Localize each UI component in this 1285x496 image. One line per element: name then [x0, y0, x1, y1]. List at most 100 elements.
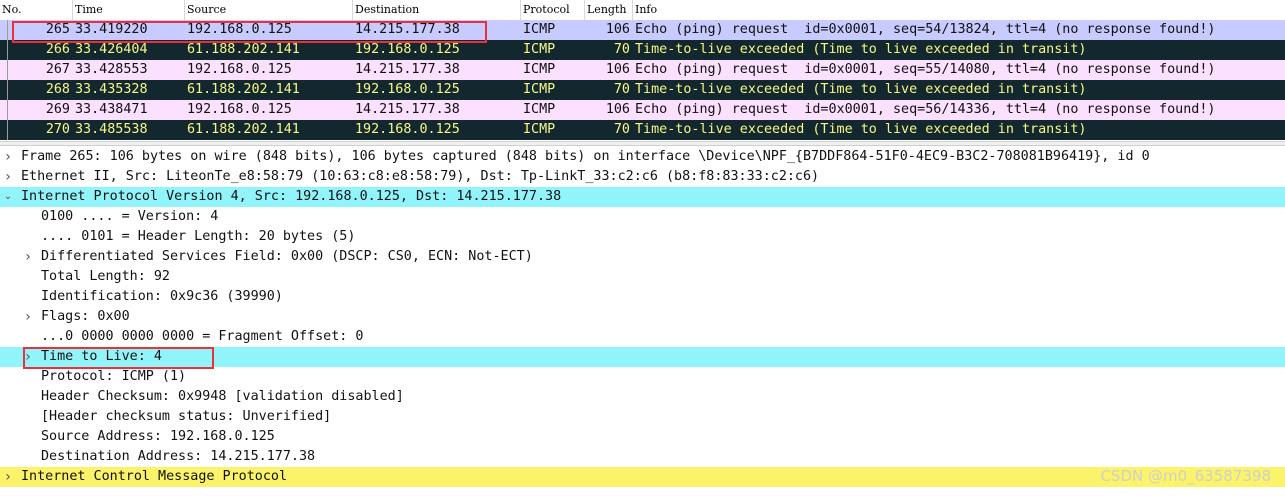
cell-source: 61.188.202.141 — [187, 42, 300, 57]
tree-item-label: Frame 265: 106 bytes on wire (848 bits),… — [21, 149, 1150, 164]
tree-item[interactable]: Destination Address: 14.215.177.38 — [0, 447, 1285, 467]
tree-item-label: Header Checksum: 0x9948 [validation disa… — [41, 389, 404, 404]
packet-details-tree: › Frame 265: 106 bytes on wire (848 bits)… — [0, 147, 1285, 487]
cell-source: 192.168.0.125 — [187, 102, 292, 117]
cell-protocol: ICMP — [523, 102, 556, 117]
column-header-time[interactable]: Time — [72, 0, 184, 20]
tree-item[interactable]: 0100 .... = Version: 4 — [0, 207, 1285, 227]
tree-item-label: ...0 0000 0000 0000 = Fragment Offset: 0 — [41, 329, 364, 344]
cell-info: Echo (ping) request id=0x0001, seq=55/14… — [635, 62, 1216, 77]
cell-no: 269 — [45, 102, 70, 117]
column-header-length[interactable]: Length — [584, 0, 632, 20]
packet-row[interactable]: 269 33.438471 192.168.0.125 14.215.177.38 IC… — [0, 100, 1285, 120]
cell-destination: 14.215.177.38 — [355, 102, 460, 117]
tree-item[interactable]: ⌄ Internet Protocol Version 4, Src: 192.1… — [0, 187, 1285, 207]
tree-item[interactable]: [Header checksum status: Unverified] — [0, 407, 1285, 427]
cell-length: 106 — [605, 22, 630, 37]
tree-item[interactable]: › Ethernet II, Src: LiteonTe_e8:58:79 (10… — [0, 167, 1285, 187]
cell-info: Time-to-live exceeded (Time to live exce… — [635, 42, 1087, 57]
cell-no: 266 — [45, 42, 70, 57]
cell-source: 192.168.0.125 — [187, 22, 292, 37]
tree-item-label: Time to Live: 4 — [41, 349, 162, 364]
cell-info: Echo (ping) request id=0x0001, seq=54/13… — [635, 22, 1216, 37]
column-header-destination[interactable]: Destination — [352, 0, 520, 20]
tree-item-label: Destination Address: 14.215.177.38 — [41, 449, 316, 464]
tree-item[interactable]: Protocol: ICMP (1) — [0, 367, 1285, 387]
tree-item[interactable]: Identification: 0x9c36 (39990) — [0, 287, 1285, 307]
tree-item-label: [Header checksum status: Unverified] — [41, 409, 332, 424]
chevron-right-icon[interactable]: › — [2, 147, 14, 167]
chevron-right-icon[interactable]: › — [22, 307, 34, 327]
tree-item[interactable]: › Flags: 0x00 — [0, 307, 1285, 327]
packet-row[interactable]: 266 33.426404 61.188.202.141 192.168.0.125 I… — [0, 40, 1285, 60]
column-header-source[interactable]: Source — [184, 0, 352, 20]
tree-item[interactable]: .... 0101 = Header Length: 20 bytes (5) — [0, 227, 1285, 247]
chevron-down-icon[interactable]: ⌄ — [2, 187, 14, 207]
tree-item-label: Internet Control Message Protocol — [21, 469, 288, 484]
cell-source: 192.168.0.125 — [187, 62, 292, 77]
cell-destination: 14.215.177.38 — [355, 62, 460, 77]
cell-length: 70 — [613, 42, 630, 57]
tree-item[interactable]: › Frame 265: 106 bytes on wire (848 bits)… — [0, 147, 1285, 167]
cell-length: 106 — [605, 102, 630, 117]
tree-item-label: Differentiated Services Field: 0x00 (DSC… — [41, 249, 533, 264]
tree-item[interactable]: › Differentiated Services Field: 0x00 (DS… — [0, 247, 1285, 267]
watermark: CSDN @m0_63587398 — [1100, 467, 1271, 485]
tree-item-label: Total Length: 92 — [41, 269, 170, 284]
packet-list: 265 33.419220 192.168.0.125 14.215.177.38 IC… — [0, 20, 1285, 140]
packet-row[interactable]: 270 33.485538 61.188.202.141 192.168.0.125 I… — [0, 120, 1285, 140]
related-packet-marker — [7, 20, 8, 140]
tree-item-label: .... 0101 = Header Length: 20 bytes (5) — [41, 229, 356, 244]
tree-item[interactable]: ...0 0000 0000 0000 = Fragment Offset: 0 — [0, 327, 1285, 347]
cell-length: 70 — [613, 122, 630, 137]
cell-time: 33.426404 — [75, 42, 148, 57]
cell-length: 106 — [605, 62, 630, 77]
cell-time: 33.419220 — [75, 22, 148, 37]
cell-destination: 14.215.177.38 — [355, 22, 460, 37]
cell-no: 265 — [45, 22, 70, 37]
tree-item[interactable]: › Internet Control Message Protocol — [0, 467, 1285, 487]
cell-protocol: ICMP — [523, 122, 556, 137]
cell-destination: 192.168.0.125 — [355, 82, 460, 97]
tree-item[interactable]: Header Checksum: 0x9948 [validation disa… — [0, 387, 1285, 407]
tree-item[interactable]: › Time to Live: 4 — [0, 347, 1285, 367]
cell-protocol: ICMP — [523, 82, 556, 97]
cell-protocol: ICMP — [523, 22, 556, 37]
cell-info: Echo (ping) request id=0x0001, seq=56/14… — [635, 102, 1216, 117]
tree-item-label: Internet Protocol Version 4, Src: 192.16… — [21, 189, 562, 204]
packet-row[interactable]: 267 33.428553 192.168.0.125 14.215.177.38 IC… — [0, 60, 1285, 80]
tree-item-label: Ethernet II, Src: LiteonTe_e8:58:79 (10:… — [21, 169, 820, 184]
cell-source: 61.188.202.141 — [187, 122, 300, 137]
packet-list-header: No. Time Source Destination Protocol Len… — [0, 0, 1285, 21]
cell-protocol: ICMP — [523, 62, 556, 77]
tree-item-label: Protocol: ICMP (1) — [41, 369, 187, 384]
cell-destination: 192.168.0.125 — [355, 122, 460, 137]
cell-no: 270 — [45, 122, 70, 137]
tree-item-label: 0100 .... = Version: 4 — [41, 209, 219, 224]
cell-no: 267 — [45, 62, 70, 77]
tree-item-label: Source Address: 192.168.0.125 — [41, 429, 275, 444]
tree-item[interactable]: Source Address: 192.168.0.125 — [0, 427, 1285, 447]
column-header-no[interactable]: No. — [0, 0, 72, 20]
cell-info: Time-to-live exceeded (Time to live exce… — [635, 122, 1087, 137]
tree-item-label: Identification: 0x9c36 (39990) — [41, 289, 283, 304]
cell-time: 33.435328 — [75, 82, 148, 97]
column-header-protocol[interactable]: Protocol — [520, 0, 584, 20]
column-header-info[interactable]: Info — [632, 0, 1285, 20]
cell-time: 33.438471 — [75, 102, 148, 117]
packet-row[interactable]: 268 33.435328 61.188.202.141 192.168.0.125 I… — [0, 80, 1285, 100]
cell-source: 61.188.202.141 — [187, 82, 300, 97]
packet-row[interactable]: 265 33.419220 192.168.0.125 14.215.177.38 IC… — [0, 20, 1285, 40]
chevron-right-icon[interactable]: › — [2, 467, 14, 487]
tree-item[interactable]: Total Length: 92 — [0, 267, 1285, 287]
chevron-right-icon[interactable]: › — [22, 247, 34, 267]
cell-time: 33.485538 — [75, 122, 148, 137]
cell-length: 70 — [613, 82, 630, 97]
pane-splitter[interactable] — [0, 141, 1285, 146]
cell-protocol: ICMP — [523, 42, 556, 57]
cell-time: 33.428553 — [75, 62, 148, 77]
tree-item-label: Flags: 0x00 — [41, 309, 130, 324]
chevron-right-icon[interactable]: › — [2, 167, 14, 187]
cell-destination: 192.168.0.125 — [355, 42, 460, 57]
chevron-right-icon[interactable]: › — [22, 347, 34, 367]
